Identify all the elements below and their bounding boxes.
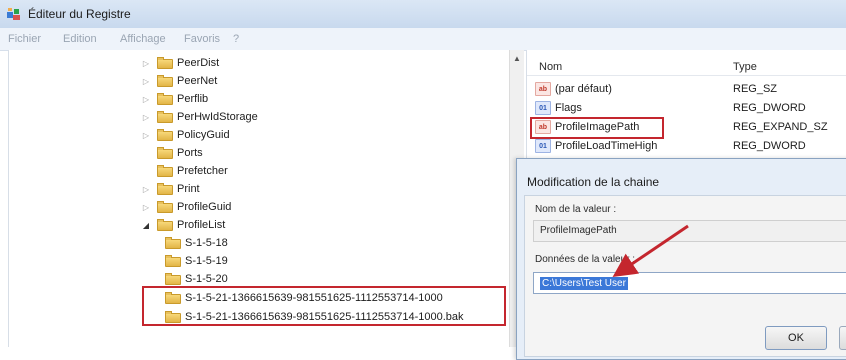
folder-icon (157, 147, 173, 159)
values-header: Nom Type (527, 55, 846, 76)
tree-item-expanded[interactable]: ◢ ProfileList (141, 216, 225, 234)
value-name: Flags (555, 102, 582, 114)
menu-affichage[interactable]: Affichage (120, 33, 166, 45)
window-title: Éditeur du Registre (28, 7, 131, 21)
tree-item[interactable]: S-1-5-19 (165, 252, 228, 270)
tree-item-label: Print (177, 183, 200, 195)
value-row[interactable]: ab (par défaut) (535, 80, 612, 98)
tree-item-label: PeerDist (177, 57, 220, 69)
folder-icon (157, 129, 173, 141)
value-name-label: Nom de la valeur : (535, 204, 617, 215)
no-expand-spacer (141, 148, 151, 158)
value-name-field: ProfileImagePath (533, 220, 846, 242)
expand-icon[interactable]: ▷ (141, 130, 151, 140)
tree-item[interactable]: ▷ PeerNet (141, 72, 217, 90)
regedit-app-icon (7, 8, 20, 20)
menu-edition[interactable]: Edition (63, 33, 97, 45)
dialog-title: Modification de la chaine (527, 175, 660, 189)
value-type: REG_DWORD (733, 102, 806, 114)
value-type: REG_SZ (733, 83, 778, 95)
tree-item[interactable]: ▷ PerHwIdStorage (141, 108, 258, 126)
selected-value-text: C:\Users\Test User (540, 277, 628, 290)
folder-icon (165, 237, 181, 249)
tree-item-label: PerHwIdStorage (177, 111, 258, 123)
dialog-body: Nom de la valeur : ProfileImagePath Donn… (524, 195, 846, 357)
binary-value-icon: 01 (535, 139, 551, 153)
profileimagepath-highlight (530, 117, 664, 139)
value-type: REG_DWORD (733, 140, 806, 152)
value-type: REG_EXPAND_SZ (733, 121, 828, 133)
expand-icon[interactable]: ▷ (141, 76, 151, 86)
tree-item[interactable]: Ports (141, 144, 203, 162)
column-name-header[interactable]: Nom (539, 61, 562, 73)
tree-item-label: ProfileList (177, 219, 226, 231)
menu-favoris[interactable]: Favoris (184, 33, 220, 45)
tree-item-label: Ports (177, 147, 203, 159)
value-name: ProfileLoadTimeHigh (555, 140, 658, 152)
string-value-icon: ab (535, 82, 551, 96)
sid-keys-highlight (142, 286, 506, 326)
folder-icon (157, 165, 173, 177)
value-row[interactable]: 01 ProfileLoadTimeHigh (535, 137, 657, 155)
binary-value-icon: 01 (535, 101, 551, 115)
tree-item-label: PeerNet (177, 75, 218, 87)
tree-item[interactable]: ▷ PolicyGuid (141, 126, 230, 144)
tree-item-label: S-1-5-18 (185, 237, 228, 249)
folder-icon (165, 273, 181, 285)
tree-item-label: Perflib (177, 93, 209, 105)
folder-icon (157, 57, 173, 69)
value-row[interactable]: 01 Flags (535, 99, 582, 117)
tree-item[interactable]: ▷ Perflib (141, 90, 208, 108)
values-list[interactable]: Nom Type ab (par défaut) REG_SZ 01 Flags… (526, 50, 846, 160)
value-name-text: ProfileImagePath (540, 225, 617, 236)
tree-item-label: S-1-5-19 (185, 255, 228, 267)
expand-icon[interactable]: ▷ (141, 112, 151, 122)
value-data-label: Données de la valeur : (535, 254, 636, 265)
tree-item[interactable]: ▷ ProfileGuid (141, 198, 231, 216)
menu-fichier[interactable]: Fichier (8, 33, 41, 45)
tree-item[interactable]: ▷ Print (141, 180, 200, 198)
tree-item-label: S-1-5-20 (185, 273, 228, 285)
tree-item-label: PolicyGuid (177, 129, 230, 141)
value-data-input[interactable]: C:\Users\Test User (533, 272, 846, 294)
folder-icon (165, 255, 181, 267)
expand-icon[interactable]: ▷ (141, 184, 151, 194)
menu-help[interactable]: ? (233, 33, 239, 45)
value-name: (par défaut) (555, 83, 612, 95)
scroll-up-icon[interactable]: ▲ (513, 54, 521, 63)
title-bar: Éditeur du Registre (0, 0, 846, 28)
tree-item[interactable]: S-1-5-18 (165, 234, 228, 252)
tree-item-label: Prefetcher (177, 165, 228, 177)
expand-icon[interactable]: ▷ (141, 94, 151, 104)
expand-icon[interactable]: ▷ (141, 58, 151, 68)
folder-icon (157, 93, 173, 105)
expand-icon[interactable]: ▷ (141, 202, 151, 212)
no-expand-spacer (141, 166, 151, 176)
folder-icon (157, 201, 173, 213)
tree-item[interactable]: Prefetcher (141, 162, 228, 180)
tree-item-label: ProfileGuid (177, 201, 232, 213)
column-type-header[interactable]: Type (733, 61, 757, 73)
collapse-icon[interactable]: ◢ (141, 220, 151, 230)
folder-icon (157, 75, 173, 87)
folder-icon (157, 111, 173, 123)
edit-string-dialog: Modification de la chaine Nom de la vale… (516, 158, 846, 360)
tree-item[interactable]: ▷ PeerDist (141, 54, 219, 72)
ok-button[interactable]: OK (765, 326, 827, 350)
folder-icon (157, 219, 173, 231)
menu-bar: Fichier Edition Affichage Favoris ? (0, 28, 846, 51)
cancel-button[interactable] (839, 326, 846, 350)
folder-icon (157, 183, 173, 195)
